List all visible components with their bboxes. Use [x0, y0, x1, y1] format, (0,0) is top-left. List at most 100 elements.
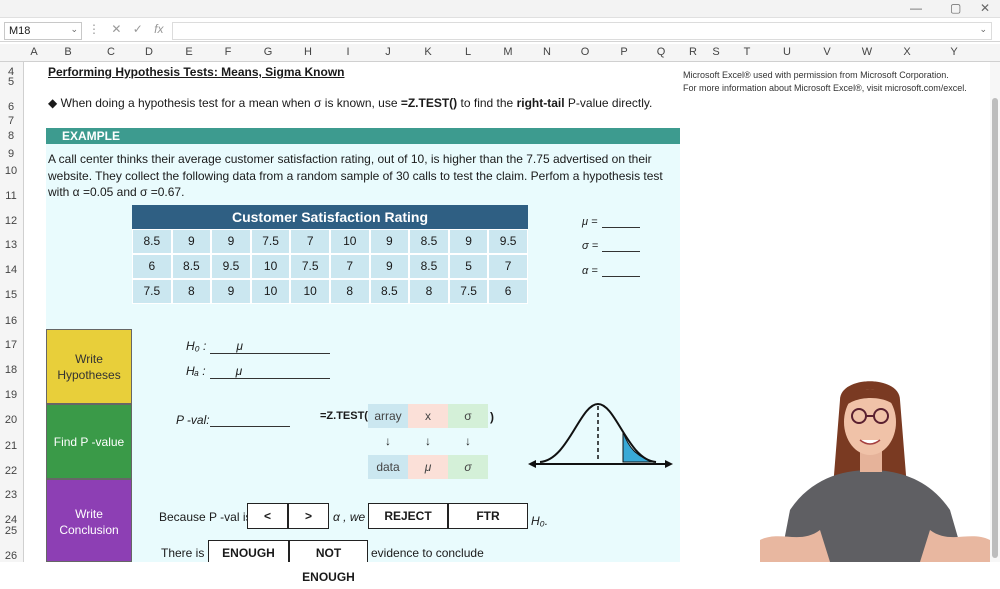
row-header[interactable]: 17: [0, 339, 22, 351]
h0-blank[interactable]: μ: [210, 339, 331, 354]
vertical-scrollbar[interactable]: [990, 62, 1000, 562]
table-cell[interactable]: 9: [369, 229, 410, 254]
table-cell[interactable]: 8.5: [409, 229, 449, 254]
table-cell[interactable]: 10: [250, 279, 291, 304]
col-header[interactable]: R: [683, 46, 703, 58]
col-header[interactable]: V: [817, 46, 837, 58]
col-header[interactable]: I: [338, 46, 358, 58]
table-cell[interactable]: 9.5: [211, 254, 251, 279]
col-header[interactable]: X: [897, 46, 917, 58]
pvalue-blank[interactable]: [209, 414, 290, 427]
minimize-icon[interactable]: —: [910, 1, 922, 15]
table-cell[interactable]: 6: [488, 279, 528, 304]
more-icon[interactable]: ⋮: [88, 22, 100, 36]
col-header[interactable]: O: [575, 46, 595, 58]
table-cell[interactable]: 7: [290, 229, 330, 254]
row-header[interactable]: 19: [0, 389, 22, 401]
table-cell[interactable]: 8: [409, 279, 449, 304]
col-header[interactable]: Y: [944, 46, 964, 58]
close-icon[interactable]: ✕: [980, 1, 990, 15]
table-cell[interactable]: 6: [132, 254, 172, 279]
row-header[interactable]: 12: [0, 215, 22, 227]
col-header[interactable]: H: [298, 46, 318, 58]
col-header[interactable]: M: [498, 46, 518, 58]
table-cell[interactable]: 8: [329, 279, 370, 304]
table-cell[interactable]: 7: [329, 254, 370, 279]
table-cell[interactable]: 9: [171, 229, 212, 254]
row-header[interactable]: 9: [0, 148, 22, 160]
not-enough-button[interactable]: NOT ENOUGH: [289, 540, 368, 584]
ftr-button[interactable]: FTR: [448, 503, 528, 529]
col-header[interactable]: C: [101, 46, 121, 58]
row-header[interactable]: 6: [0, 101, 22, 113]
table-cell[interactable]: 9: [369, 254, 410, 279]
enter-icon[interactable]: ✓: [133, 22, 143, 36]
ha-blank[interactable]: μ: [209, 364, 330, 379]
row-header[interactable]: 18: [0, 364, 22, 376]
col-header[interactable]: A: [24, 46, 44, 58]
col-header[interactable]: Q: [651, 46, 671, 58]
col-header[interactable]: P: [614, 46, 634, 58]
scrollbar-thumb[interactable]: [992, 98, 998, 558]
table-cell[interactable]: 5: [448, 254, 489, 279]
table-cell[interactable]: 7.5: [132, 279, 172, 304]
row-header[interactable]: 16: [0, 315, 22, 327]
col-header[interactable]: T: [737, 46, 757, 58]
table-cell[interactable]: 10: [250, 254, 291, 279]
table-cell[interactable]: 10: [290, 279, 330, 304]
chevron-down-icon[interactable]: ⌄: [70, 24, 78, 35]
table-cell[interactable]: 9.5: [488, 229, 528, 254]
table-cell[interactable]: 8: [171, 279, 212, 304]
row-header[interactable]: 8: [0, 130, 22, 142]
row-header[interactable]: 20: [0, 414, 22, 426]
col-header[interactable]: E: [179, 46, 199, 58]
formula-input[interactable]: ⌄: [172, 22, 992, 40]
row-header[interactable]: 10: [0, 165, 22, 177]
table-cell[interactable]: 9: [211, 229, 251, 254]
col-header[interactable]: L: [458, 46, 478, 58]
row-header[interactable]: 15: [0, 289, 22, 301]
col-header[interactable]: F: [218, 46, 238, 58]
function-icon[interactable]: fx: [154, 22, 163, 36]
cancel-icon[interactable]: ✕: [111, 22, 121, 36]
enough-button[interactable]: ENOUGH: [208, 540, 289, 562]
row-header[interactable]: 21: [0, 440, 22, 452]
row-header[interactable]: 25: [0, 525, 22, 537]
restore-icon[interactable]: ▢: [950, 1, 961, 15]
row-header[interactable]: 22: [0, 465, 22, 477]
col-header[interactable]: B: [58, 46, 78, 58]
row-header[interactable]: 5: [0, 76, 22, 88]
row-header[interactable]: 7: [0, 115, 22, 127]
table-cell[interactable]: 9: [448, 229, 489, 254]
alpha-blank[interactable]: [601, 266, 640, 277]
less-than-button[interactable]: <: [247, 503, 288, 529]
col-header[interactable]: D: [139, 46, 159, 58]
expand-formula-icon[interactable]: ⌄: [979, 24, 987, 35]
col-header[interactable]: G: [258, 46, 278, 58]
table-cell[interactable]: 7.5: [290, 254, 330, 279]
table-cell[interactable]: 7.5: [250, 229, 291, 254]
row-header[interactable]: 11: [0, 190, 22, 202]
mu-blank[interactable]: [601, 217, 640, 228]
table-cell[interactable]: 7: [488, 254, 528, 279]
greater-than-button[interactable]: >: [288, 503, 329, 529]
table-cell[interactable]: 10: [329, 229, 370, 254]
table-cell[interactable]: 8.5: [171, 254, 212, 279]
col-header[interactable]: J: [378, 46, 398, 58]
table-cell[interactable]: 8.5: [132, 229, 172, 254]
col-header[interactable]: S: [706, 46, 726, 58]
col-header[interactable]: N: [537, 46, 557, 58]
col-header[interactable]: U: [777, 46, 797, 58]
name-box[interactable]: M18 ⌄: [4, 22, 82, 40]
sigma-blank[interactable]: [602, 241, 641, 252]
table-cell[interactable]: 8.5: [369, 279, 410, 304]
col-header[interactable]: W: [857, 46, 877, 58]
row-header[interactable]: 14: [0, 264, 22, 276]
table-cell[interactable]: 8.5: [409, 254, 449, 279]
table-cell[interactable]: 7.5: [448, 279, 489, 304]
table-cell[interactable]: 9: [211, 279, 251, 304]
row-header[interactable]: 13: [0, 239, 22, 251]
row-header[interactable]: 23: [0, 489, 22, 501]
row-header[interactable]: 26: [0, 550, 22, 562]
reject-button[interactable]: REJECT: [368, 503, 448, 529]
